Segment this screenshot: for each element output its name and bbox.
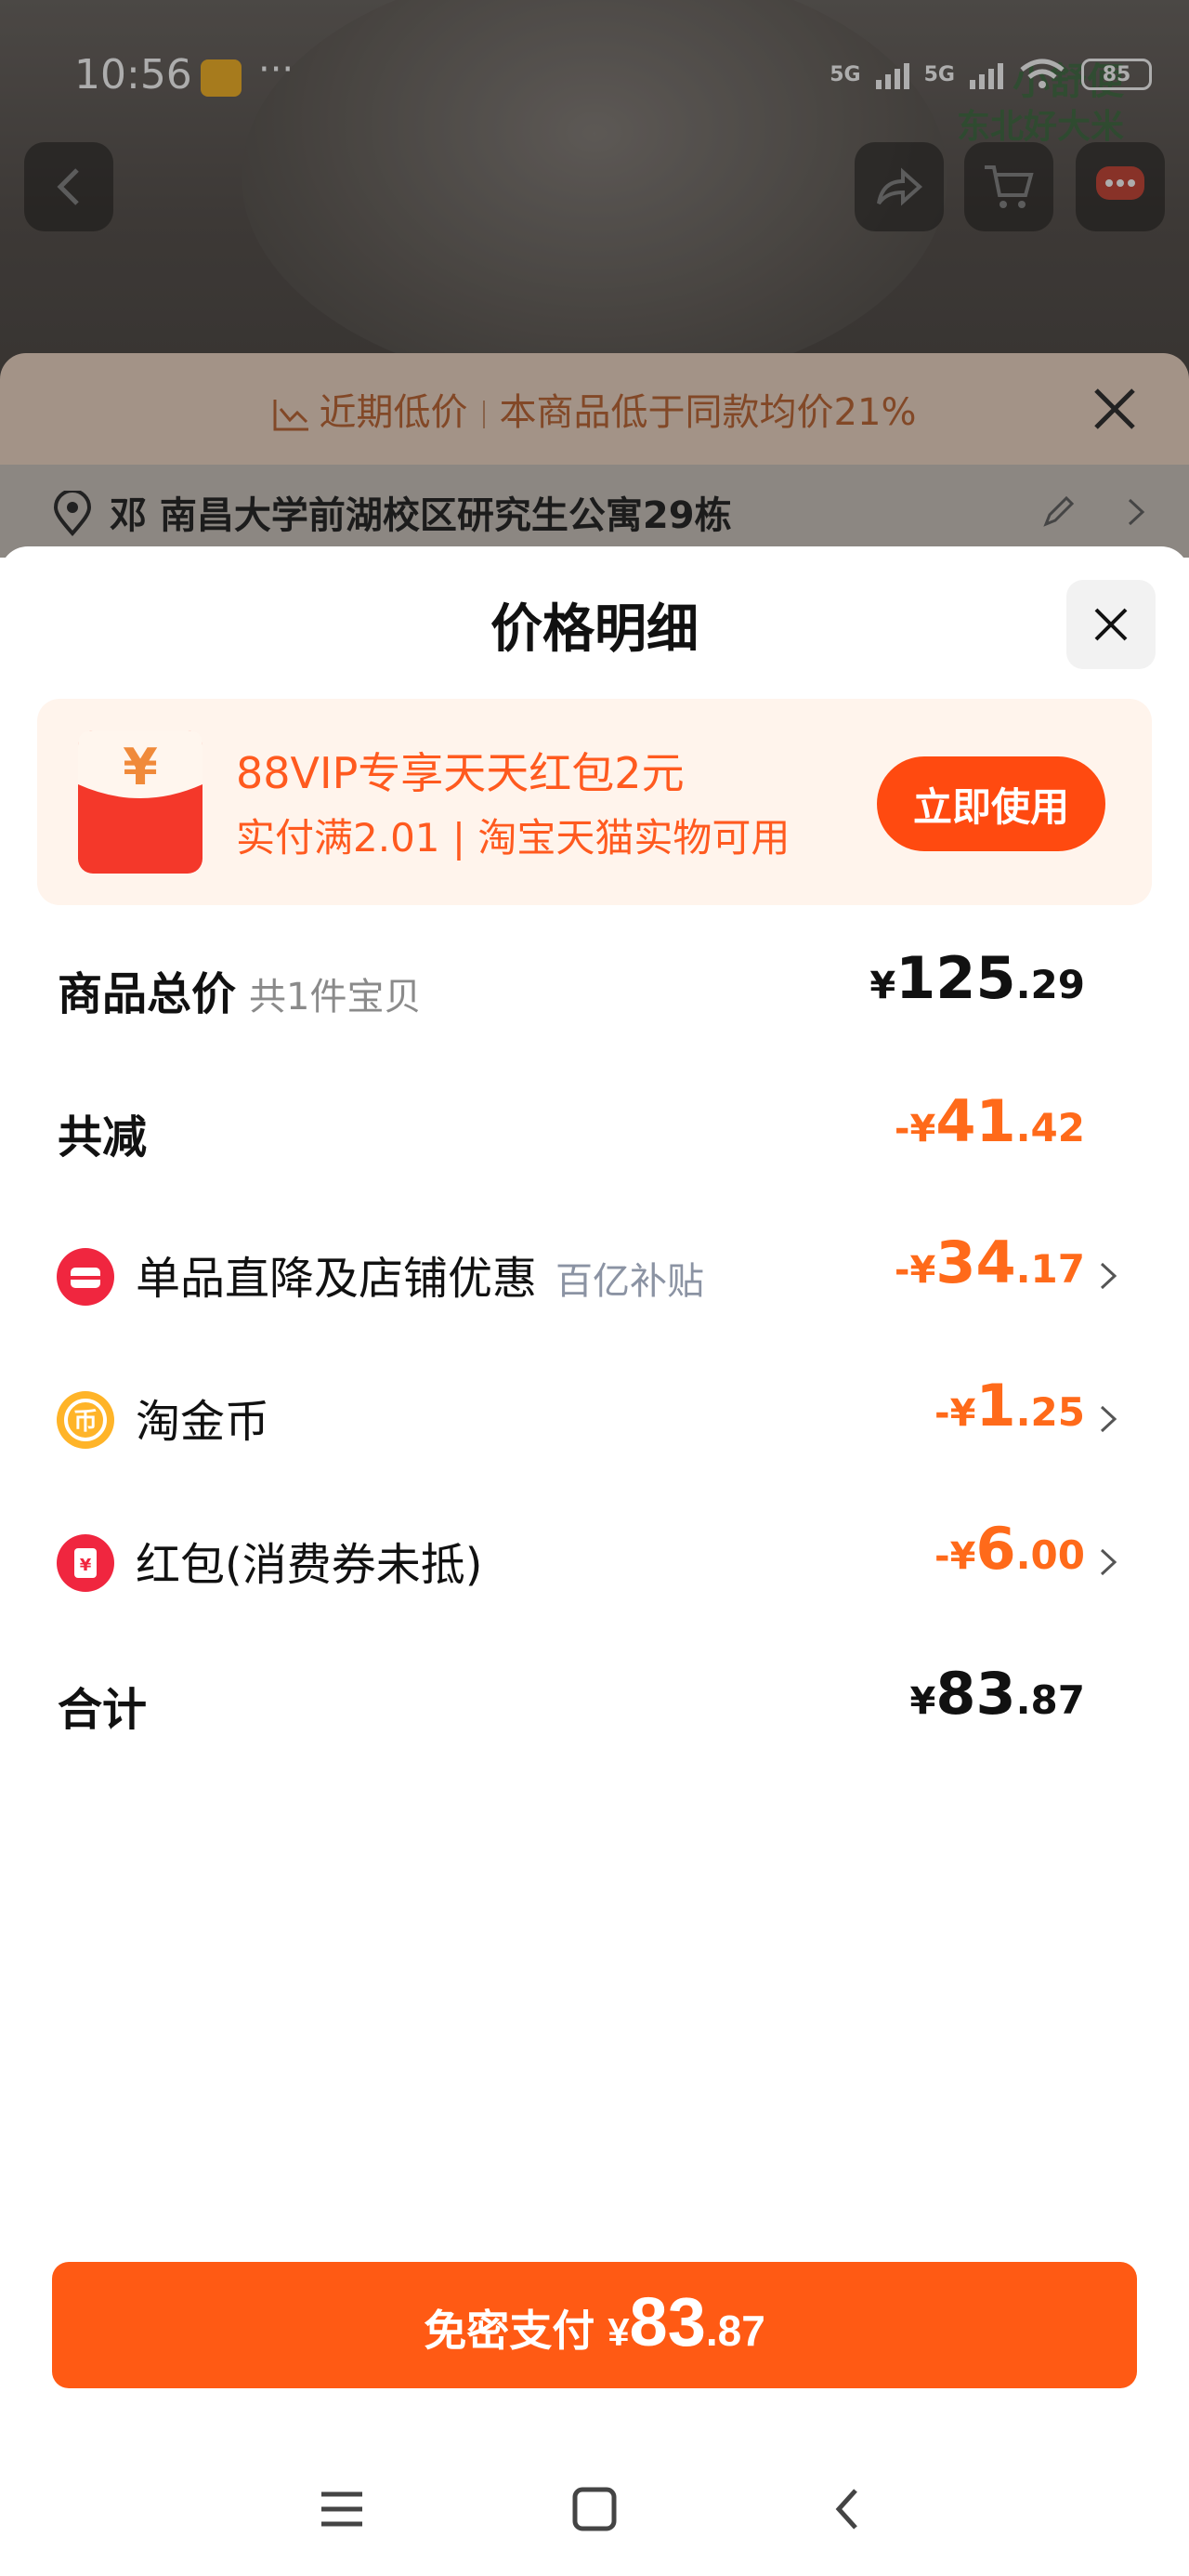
svg-text:¥: ¥ [123, 738, 158, 796]
menu-icon [321, 2491, 362, 2527]
coupon-icon: ¥ [57, 1534, 114, 1592]
close-icon [1094, 608, 1128, 641]
row-label: 淘金币 [136, 1396, 270, 1448]
row-label: 商品总价 共1件宝贝 [58, 968, 422, 1020]
close-sheet-button[interactable] [1066, 580, 1156, 669]
row-label: 红包(消费券未抵) [136, 1539, 483, 1591]
row-amount: -¥ 1.25 [934, 1372, 1085, 1439]
vip-subtitle: 实付满2.01 | 淘宝天猫实物可用 [236, 815, 790, 861]
vip-title: 88VIP专享天天红包2元 [236, 748, 685, 798]
modal-overlay[interactable] [0, 0, 1189, 558]
system-nav-bar [0, 2435, 1189, 2576]
chevron-right-icon [1100, 1262, 1117, 1290]
nav-back-button[interactable] [814, 2476, 881, 2543]
row-total-reduction: 共减 -¥ 41.42 [0, 1078, 1189, 1171]
item-count: 共1件宝贝 [249, 976, 422, 1019]
row-store-discount[interactable]: 单品直降及店铺优惠 百亿补贴 -¥ 34.17 [0, 1219, 1189, 1312]
home-button[interactable] [561, 2476, 628, 2543]
row-label: 共减 [58, 1111, 148, 1163]
row-grand-total: 合计 ¥83.87 [0, 1650, 1189, 1743]
row-amount: ¥83.87 [909, 1660, 1085, 1728]
row-amount: -¥ 41.42 [894, 1087, 1085, 1155]
nav-back-icon [835, 2489, 857, 2530]
svg-text:¥: ¥ [80, 1556, 92, 1575]
row-red-packet[interactable]: ¥ 红包(消费券未抵) -¥ 6.00 [0, 1505, 1189, 1598]
coin-icon: 币 [57, 1391, 114, 1449]
red-envelope-icon: ¥ [78, 730, 203, 874]
row-label: 单品直降及店铺优惠 百亿补贴 [136, 1253, 705, 1305]
svg-text:币: 币 [73, 1408, 98, 1436]
use-now-button[interactable]: 立即使用 [877, 756, 1105, 851]
chevron-right-icon [1100, 1405, 1117, 1433]
row-amount: ¥125.29 [869, 944, 1085, 1012]
vip-red-packet-card: ¥ 88VIP专享天天红包2元 实付满2.01 | 淘宝天猫实物可用 立即使用 [37, 699, 1152, 905]
row-label: 合计 [58, 1684, 148, 1736]
chevron-right-icon [1100, 1548, 1117, 1576]
row-amount: -¥ 6.00 [934, 1515, 1085, 1583]
row-taojinbi[interactable]: 币 淘金币 -¥ 1.25 [0, 1362, 1189, 1455]
row-amount: -¥ 34.17 [894, 1229, 1085, 1296]
subsidy-tag: 百亿补贴 [555, 1260, 705, 1303]
home-icon [572, 2487, 617, 2531]
sheet-title: 价格明细 [490, 599, 699, 660]
password-free-pay-button[interactable]: 免密支付 ¥ 83 .87 [52, 2262, 1137, 2388]
store-icon [57, 1248, 114, 1306]
product-page-background: 小舒便 东北好大米 10:56 ··· 5G 5G 85 近期低价 本商品低于同款… [0, 0, 1189, 558]
menu-button[interactable] [308, 2476, 375, 2543]
row-goods-total: 商品总价 共1件宝贝 ¥125.29 [0, 935, 1189, 1028]
